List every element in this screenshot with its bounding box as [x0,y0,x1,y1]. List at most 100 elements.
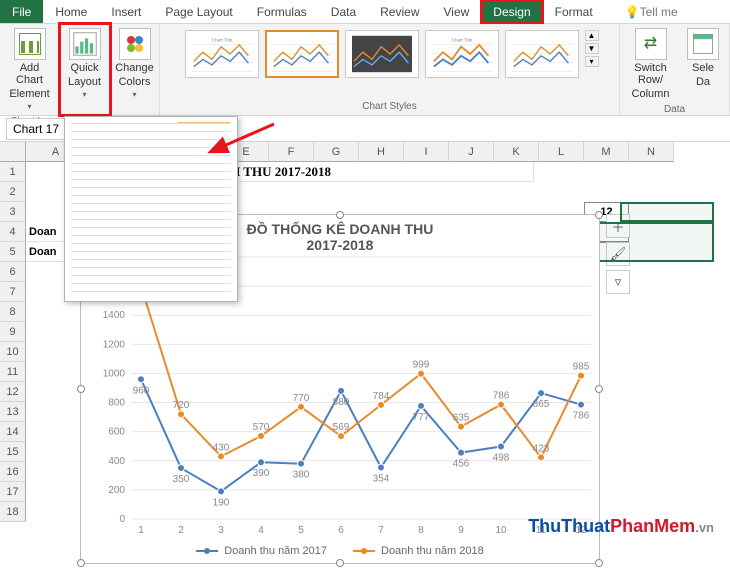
row-header[interactable]: 7 [0,282,26,302]
switch-row-column-button[interactable]: Switch Row/ Column [624,26,677,102]
tab-format[interactable]: Format [543,0,605,23]
tab-home[interactable]: Home [43,0,99,23]
column-header[interactable]: M [584,142,629,162]
column-header[interactable]: J [449,142,494,162]
svg-text:400: 400 [108,456,125,467]
chart-resize-handle[interactable] [595,211,603,219]
select-data-label1: Sele [692,62,714,74]
svg-text:430: 430 [213,442,230,453]
chart-elements-button[interactable]: ＋ [606,214,630,238]
select-data-label2: Da [696,76,710,88]
brush-icon: 🖌 [610,246,627,262]
tab-data[interactable]: Data [319,0,368,23]
svg-text:498: 498 [493,453,510,464]
chart-style-2[interactable] [265,30,339,78]
row-header[interactable]: 14 [0,422,26,442]
palette-icon [119,28,151,60]
svg-text:600: 600 [108,427,125,438]
watermark: ThuThuatPhanMem.vn [528,516,714,537]
chart-style-4[interactable]: Chart Title [425,30,499,78]
svg-text:5: 5 [298,525,304,536]
ribbon-tabs: File Home Insert Page Layout Formulas Da… [0,0,730,24]
quick-layout-button[interactable]: Quick Layout ▾ [62,26,107,102]
styles-more[interactable]: ▾ [585,56,599,67]
switch-icon [635,28,667,60]
row-header[interactable]: 8 [0,302,26,322]
row-header[interactable]: 12 [0,382,26,402]
select-data-button[interactable]: Sele Da [681,26,725,90]
tab-formulas[interactable]: Formulas [245,0,319,23]
dropdown-arrow-icon: ▾ [82,90,86,99]
watermark-part2: PhanMem [610,516,695,536]
row-header[interactable]: 1 [0,162,26,182]
legend-label-2018: Doanh thu năm 2018 [381,545,484,557]
row-header[interactable]: 9 [0,322,26,342]
tab-pagelayout[interactable]: Page Layout [153,0,244,23]
svg-text:865: 865 [533,399,550,410]
styles-scroll-up[interactable]: ▲ [585,30,599,41]
row-header[interactable]: 5 [0,242,26,262]
chart-filters-button[interactable]: ▿ [606,270,630,294]
row-header[interactable]: 11 [0,362,26,382]
chart-legend[interactable]: Doanh thu năm 2017 Doanh thu năm 2018 [81,545,599,557]
row-header[interactable]: 16 [0,462,26,482]
column-header[interactable]: H [359,142,404,162]
column-header[interactable]: K [494,142,539,162]
row-header[interactable]: 10 [0,342,26,362]
chart-style-5[interactable] [505,30,579,78]
change-colors-button[interactable]: Change Colors ▾ [109,26,160,102]
chart-resize-handle[interactable] [336,559,344,567]
selection-range-row3 [620,202,714,222]
select-all-corner[interactable] [0,142,26,162]
chart-resize-handle[interactable] [595,385,603,393]
legend-item-2018[interactable]: Doanh thu năm 2018 [353,545,484,557]
chart-styles-button[interactable]: 🖌 [606,242,630,266]
funnel-icon: ▿ [615,274,622,290]
chart-resize-handle[interactable] [336,211,344,219]
svg-text:1000: 1000 [103,368,126,379]
quick-layout-option[interactable] [179,255,229,295]
row-header[interactable]: 3 [0,202,26,222]
row-header[interactable]: 4 [0,222,26,242]
change-colors-label2: Colors [119,76,151,88]
watermark-part3: .vn [695,520,714,535]
svg-text:786: 786 [573,411,590,422]
row-header[interactable]: 18 [0,502,26,522]
plus-icon: ＋ [611,217,624,236]
svg-text:390: 390 [253,468,270,479]
svg-text:770: 770 [293,393,310,404]
svg-text:999: 999 [413,360,430,371]
column-header[interactable]: G [314,142,359,162]
svg-text:2: 2 [178,525,184,536]
svg-text:200: 200 [108,485,125,496]
svg-text:354: 354 [373,473,390,484]
svg-text:9: 9 [458,525,464,536]
chart-style-1[interactable]: Chart Title [185,30,259,78]
row-header[interactable]: 2 [0,182,26,202]
tab-file[interactable]: File [0,0,43,23]
column-header[interactable]: I [404,142,449,162]
column-header[interactable]: L [539,142,584,162]
chart-styles-gallery[interactable]: Chart Title Chart Title ▲ ▼ ▾ [181,26,599,99]
svg-text:Chart Title: Chart Title [211,37,232,42]
row-header[interactable]: 13 [0,402,26,422]
chart-resize-handle[interactable] [595,559,603,567]
tab-design[interactable]: Design [481,0,542,23]
row-header[interactable]: 6 [0,262,26,282]
legend-item-2017[interactable]: Doanh thu năm 2017 [196,545,327,557]
tab-view[interactable]: View [432,0,482,23]
styles-scroll-down[interactable]: ▼ [585,43,599,54]
tab-insert[interactable]: Insert [99,0,153,23]
chart-style-3[interactable] [345,30,419,78]
svg-text:380: 380 [293,470,310,481]
tell-me[interactable]: 💡 Tell me [613,0,690,23]
add-chart-element-button[interactable]: Add Chart Element ▾ [3,26,55,114]
row-header[interactable]: 17 [0,482,26,502]
legend-label-2017: Doanh thu năm 2017 [224,545,327,557]
tab-review[interactable]: Review [368,0,431,23]
chart-resize-handle[interactable] [77,385,85,393]
column-header[interactable]: N [629,142,674,162]
row-header[interactable]: 15 [0,442,26,462]
select-data-icon [687,28,719,60]
chart-resize-handle[interactable] [77,559,85,567]
